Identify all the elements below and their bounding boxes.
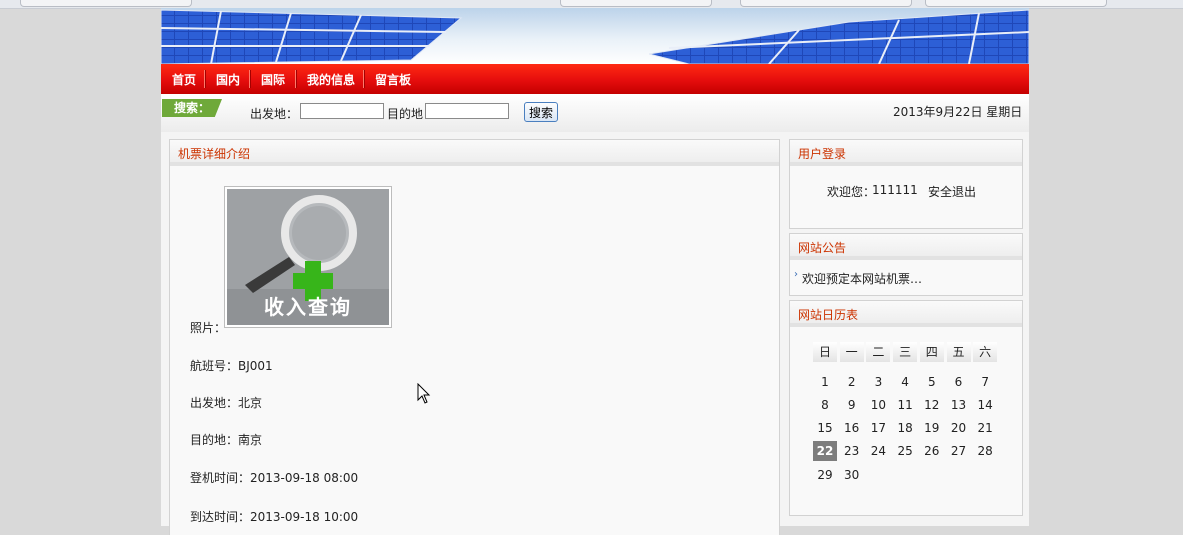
ticket-photo: 收入查询	[224, 186, 392, 328]
calendar-day[interactable]: 19	[920, 418, 944, 438]
nav-item-home[interactable]: 首页	[172, 71, 196, 88]
browser-tab[interactable]	[740, 0, 912, 7]
nav-divider	[204, 70, 206, 88]
calendar-day[interactable]: 7	[973, 372, 997, 392]
calendar-day[interactable]: 15	[813, 418, 837, 438]
calendar-day[interactable]: 3	[866, 372, 890, 392]
solar-panels-right-image	[649, 8, 1029, 64]
calendar-day[interactable]: 14	[973, 395, 997, 415]
nav-item-guestbook[interactable]: 留言板	[375, 71, 411, 88]
calendar-day[interactable]: 8	[813, 395, 837, 415]
destination-label: 目的地：	[190, 433, 239, 447]
welcome-label: 欢迎您：	[827, 185, 876, 199]
calendar-weekday: 三	[893, 342, 918, 362]
nav-item-international[interactable]: 国际	[261, 71, 285, 88]
calendar-day[interactable]: 24	[866, 441, 890, 461]
calendar-day[interactable]: 23	[840, 441, 864, 461]
logout-link[interactable]: 安全退出	[928, 183, 976, 200]
calendar-day[interactable]: 27	[947, 441, 971, 461]
destination-value: 南京	[238, 433, 263, 447]
calendar-weekday: 二	[866, 342, 891, 362]
main-nav: 首页 国内 国际 我的信息 留言板	[161, 64, 1029, 94]
nav-divider	[249, 70, 251, 88]
nav-item-my-info[interactable]: 我的信息	[307, 71, 355, 88]
from-label: 出发地：	[250, 107, 299, 121]
calendar-day[interactable]: 28	[973, 441, 997, 461]
bullet-arrow-icon: ›	[794, 269, 798, 280]
arrival-time-label: 到达时间：	[190, 510, 251, 524]
nav-divider	[295, 70, 297, 88]
panel-title: 网站公告	[798, 241, 847, 255]
calendar-weekday: 四	[919, 342, 944, 362]
departure-value: 北京	[238, 396, 263, 410]
calendar-day[interactable]: 29	[813, 465, 837, 485]
from-input[interactable]	[300, 103, 384, 119]
panel-title: 机票详细介绍	[178, 147, 251, 161]
panel-header: 网站公告	[790, 234, 1022, 260]
calendar-day[interactable]: 16	[840, 418, 864, 438]
calendar-day[interactable]: 4	[893, 372, 917, 392]
calendar-day[interactable]: 13	[947, 395, 971, 415]
calendar-day[interactable]: 26	[920, 441, 944, 461]
search-bar: 搜索： 出发地： 目的地 搜索 2013年9月22日 星期日	[161, 94, 1029, 132]
nav-item-domestic[interactable]: 国内	[216, 71, 240, 88]
flight-number-value: BJ001	[238, 359, 273, 373]
nav-divider	[363, 70, 365, 88]
calendar-day[interactable]: 11	[893, 395, 917, 415]
calendar-day[interactable]: 10	[866, 395, 890, 415]
departure-row: 出发地：北京	[190, 394, 262, 411]
calendar-day[interactable]: 9	[840, 395, 864, 415]
boarding-time-row: 登机时间：2013-09-18 08:00	[190, 469, 358, 486]
panel-header: 网站日历表	[790, 301, 1022, 327]
browser-tab[interactable]	[925, 0, 1107, 7]
departure-label: 出发地：	[190, 396, 239, 410]
flight-number-label: 航班号：	[190, 359, 239, 373]
calendar-day[interactable]: 5	[920, 372, 944, 392]
search-tag: 搜索：	[162, 99, 222, 117]
destination-row: 目的地：南京	[190, 431, 262, 448]
page-container: 首页 国内 国际 我的信息 留言板 搜索： 出发地： 目的地 搜索 2013年9…	[161, 8, 1029, 535]
calendar-day[interactable]: 12	[920, 395, 944, 415]
browser-tab[interactable]	[560, 0, 712, 7]
to-label: 目的地	[387, 107, 424, 121]
arrival-time-row: 到达时间：2013-09-18 10:00	[190, 508, 358, 525]
photo-label: 照片：	[190, 321, 227, 335]
arrival-time-value: 2013-09-18 10:00	[250, 510, 359, 524]
calendar-day-today[interactable]: 22	[813, 441, 837, 461]
calendar-day[interactable]: 1	[813, 372, 837, 392]
flight-number-row: 航班号：BJ001	[190, 357, 273, 374]
panel-title: 用户登录	[798, 147, 847, 161]
panel-title: 网站日历表	[798, 308, 859, 322]
calendar-day[interactable]: 17	[866, 418, 890, 438]
calendar-day[interactable]: 6	[947, 372, 971, 392]
ticket-detail-panel: 机票详细介绍 收入查询 照片： 航班号：BJ001 出发地：北京 目的地：南京 …	[169, 139, 780, 535]
panel-header: 用户登录	[790, 140, 1022, 166]
boarding-time-value: 2013-09-18 08:00	[250, 471, 359, 485]
user-login-panel: 用户登录 欢迎您： 111111 安全退出	[789, 139, 1023, 229]
calendar-day[interactable]: 2	[840, 372, 864, 392]
search-button[interactable]: 搜索	[524, 102, 558, 122]
calendar-day[interactable]: 18	[893, 418, 917, 438]
photo-caption: 收入查询	[264, 295, 352, 319]
calendar-weekday: 一	[839, 342, 864, 362]
solar-panel-banner	[161, 8, 1029, 64]
calendar-day[interactable]: 25	[893, 441, 917, 461]
solar-panels-left-image	[161, 8, 491, 64]
to-input[interactable]	[425, 103, 509, 119]
boarding-time-label: 登机时间：	[190, 471, 251, 485]
notice-item[interactable]: 欢迎预定本网站机票…	[802, 270, 922, 287]
mouse-cursor-icon	[417, 383, 431, 404]
site-calendar-panel: 网站日历表 日一二三四五六 1 2 3 4 5 6 7 8 9 10 11 12 13 14 15 16 17 18…	[789, 300, 1023, 516]
site-notice-panel: 网站公告 › 欢迎预定本网站机票…	[789, 233, 1023, 296]
calendar-weekday: 日	[813, 342, 837, 362]
calendar-weekday: 六	[973, 342, 998, 362]
calendar-day[interactable]: 21	[973, 418, 997, 438]
panel-header: 机票详细介绍	[170, 140, 779, 166]
calendar-day[interactable]: 30	[840, 465, 864, 485]
browser-tab[interactable]	[20, 0, 192, 7]
current-date: 2013年9月22日 星期日	[893, 105, 1023, 119]
username: 111111	[872, 183, 918, 197]
calendar-day[interactable]: 20	[947, 418, 971, 438]
calendar-weekday: 五	[946, 342, 971, 362]
